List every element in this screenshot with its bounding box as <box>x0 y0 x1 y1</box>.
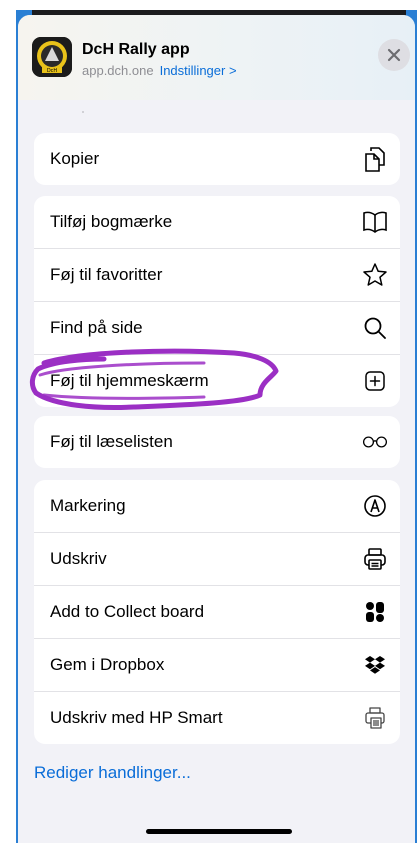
action-label: Føj til læselisten <box>50 432 173 451</box>
action-group-bookmarks: Tilføj bogmærke Føj til favoritter Find … <box>34 196 400 407</box>
action-group-reading-list: Føj til læselisten <box>34 416 400 468</box>
svg-text:DcH: DcH <box>47 68 58 74</box>
app-domain: app.dch.one <box>82 63 154 78</box>
action-print-with-hp-smart[interactable]: Udskriv med HP Smart <box>34 691 400 744</box>
collect-icon <box>362 599 388 625</box>
search-icon <box>362 315 388 341</box>
action-label: Udskriv med HP Smart <box>50 708 223 727</box>
hp-print-icon <box>362 705 388 731</box>
action-label: Find på side <box>50 318 143 337</box>
action-label: Markering <box>50 496 126 515</box>
action-print[interactable]: Udskriv <box>34 532 400 585</box>
star-icon <box>362 262 388 288</box>
action-label: Føj til hjemmeskærm <box>50 371 209 390</box>
separator-dot <box>82 111 84 113</box>
action-add-to-reading-list[interactable]: Føj til læselisten <box>34 416 400 468</box>
plus-square-icon <box>362 368 388 394</box>
action-group-copy: Kopier <box>34 133 400 185</box>
printer-icon <box>362 546 388 572</box>
action-add-bookmark[interactable]: Tilføj bogmærke <box>34 196 400 248</box>
action-label: Tilføj bogmærke <box>50 212 173 231</box>
dropbox-icon <box>362 652 388 678</box>
action-copy[interactable]: Kopier <box>34 133 400 185</box>
action-label: Føj til favoritter <box>50 265 163 284</box>
action-markup[interactable]: Markering <box>34 480 400 532</box>
app-title: DcH Rally app <box>82 41 190 58</box>
action-group-extensions: Markering Udskriv Add to Collect board G… <box>34 480 400 744</box>
app-subtitle: app.dch.one Indstillinger > <box>82 63 237 78</box>
close-button[interactable] <box>378 39 410 71</box>
action-label: Udskriv <box>50 549 107 568</box>
glasses-icon <box>362 429 388 455</box>
dch-rally-logo-icon: DcH <box>32 37 72 77</box>
markup-icon <box>362 493 388 519</box>
action-label: Kopier <box>50 149 100 168</box>
home-indicator <box>146 829 292 834</box>
action-add-to-collect-board[interactable]: Add to Collect board <box>34 585 400 638</box>
share-sheet-header: DcH DcH Rally app app.dch.one Indstilling… <box>18 15 415 100</box>
close-icon <box>387 48 401 62</box>
copy-icon <box>362 146 388 172</box>
action-find-on-page[interactable]: Find på side <box>34 301 400 354</box>
action-label: Add to Collect board <box>50 602 205 621</box>
settings-link[interactable]: Indstillinger > <box>160 63 237 78</box>
edit-actions-link[interactable]: Rediger handlinger... <box>34 763 191 783</box>
action-add-favorite[interactable]: Føj til favoritter <box>34 248 400 301</box>
action-add-to-home-screen[interactable]: Føj til hjemmeskærm <box>34 354 400 407</box>
book-icon <box>362 209 388 235</box>
share-sheet: DcH DcH Rally app app.dch.one Indstilling… <box>18 15 415 843</box>
action-save-to-dropbox[interactable]: Gem i Dropbox <box>34 638 400 691</box>
action-label: Gem i Dropbox <box>50 655 165 674</box>
